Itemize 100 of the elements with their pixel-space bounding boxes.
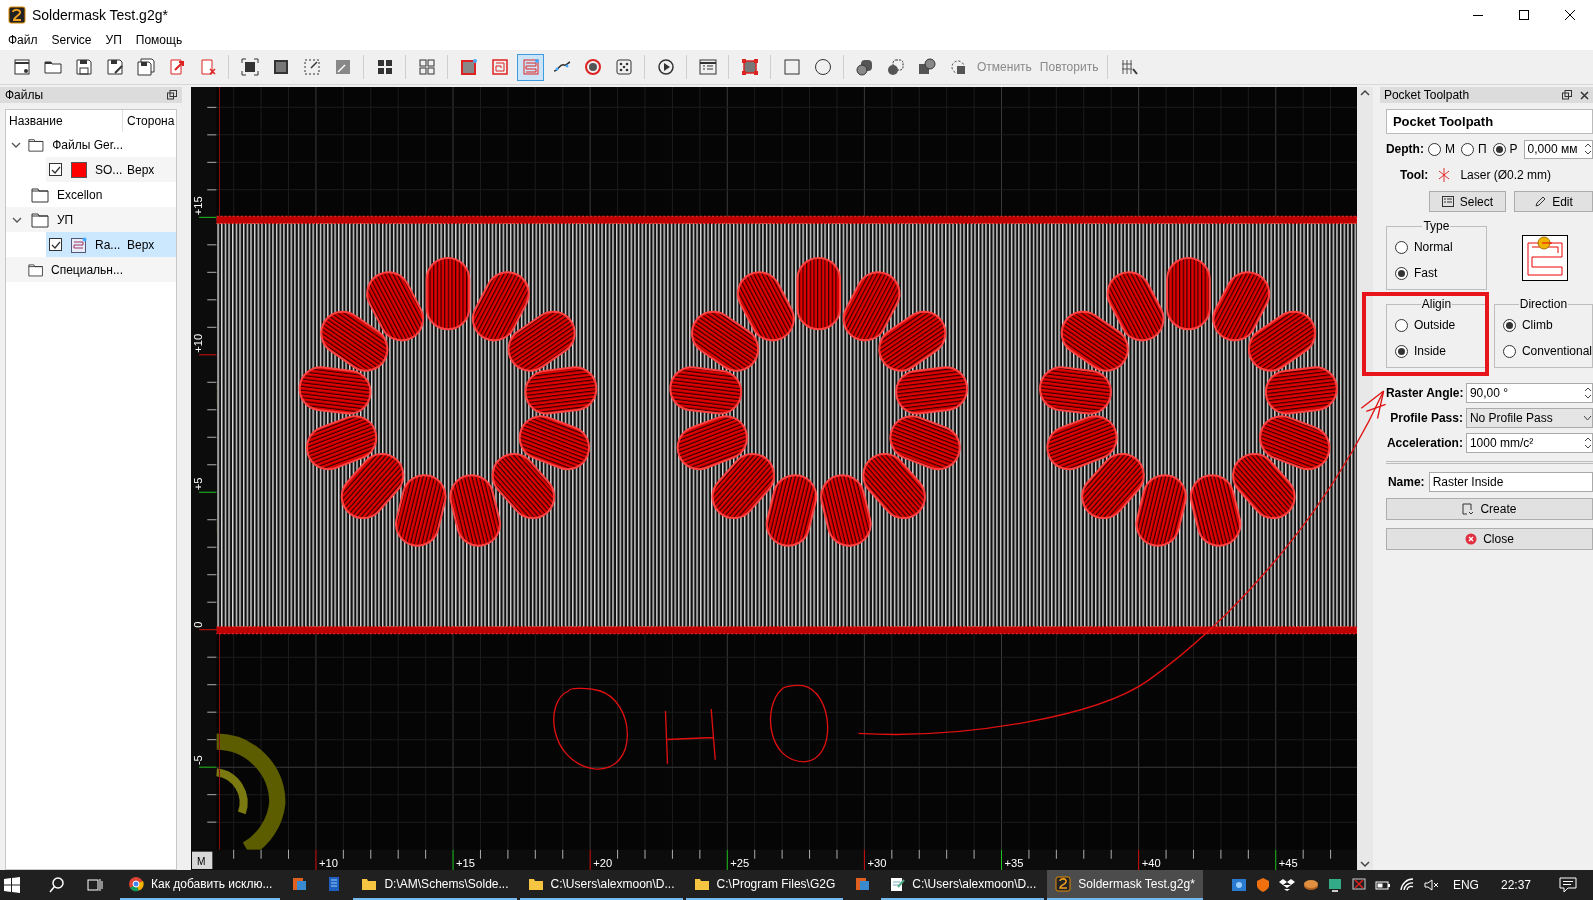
toolpath-preview-drawing [1521,235,1568,281]
language-indicator[interactable]: ENG [1452,876,1479,894]
dice-icon [613,57,634,77]
spin-field[interactable]: 90,00 ° [1465,382,1593,403]
search-icon[interactable] [48,876,66,894]
radio-label: Conventional [1521,343,1592,360]
spin-arrows-icon[interactable] [1584,435,1592,450]
checkbox[interactable] [49,238,62,251]
app-icon [854,876,871,892]
radio-label: Outside [1413,317,1456,334]
app-logo-icon [8,6,26,24]
radio-button[interactable] [1460,142,1474,156]
shield-icon[interactable] [1254,877,1271,893]
dropbox-icon[interactable] [1278,877,1295,893]
checkmark-icon [50,164,61,175]
field-value: No Profile Pass [1469,409,1554,427]
spin-field[interactable]: 1000 mm/c² [1465,432,1593,453]
grid-frame-icon [416,57,437,77]
clock[interactable]: 22:37 [1500,876,1531,894]
raster-icon [520,57,541,77]
radio-button[interactable] [1394,266,1408,280]
float-panel-icon[interactable] [167,90,178,100]
radio-button[interactable] [1394,318,1408,332]
monitor-icon[interactable] [1326,877,1343,893]
dropdown[interactable]: No Profile Pass [1465,407,1593,428]
menu-item[interactable]: Помощь [135,31,183,49]
laser-icon [1438,167,1451,183]
muted-speaker-icon[interactable] [1422,877,1439,893]
menu-item[interactable]: Файл [8,31,38,49]
create-button[interactable]: Create [1385,498,1593,520]
edit-button[interactable]: Edit [1513,191,1593,212]
taskbar-button[interactable]: C:\Program Files\G2G [685,870,844,900]
list-icon [1441,196,1454,207]
frame-corners-icon [739,57,760,77]
task-view-icon[interactable] [86,876,104,894]
ruler-label: +15 [456,856,476,869]
new-item-icon [1462,503,1475,515]
radio-button[interactable] [1427,142,1441,156]
windows-start-icon[interactable] [4,877,20,893]
radio-label: Fast [1413,265,1438,282]
taskbar-button[interactable]: D:\AM\Schems\Solde... [353,870,517,900]
tree-row[interactable]: УП [6,207,177,232]
field-label: Tool: [1399,167,1429,184]
field-label: Profile Pass: [1389,409,1464,427]
taskbar-button[interactable]: C:\Users\alexmoon\D... [881,870,1045,900]
spiral-icon [489,57,510,77]
minimize-icon [1473,14,1483,16]
save-icon [73,57,94,77]
column-header[interactable]: Сторона [123,112,175,130]
field-label: Acceleration: [1385,434,1464,452]
wifi-icon[interactable] [1398,877,1415,893]
maximize-icon [1519,10,1529,20]
ruler-label: -5 [192,755,205,766]
taskbar-button[interactable]: Как добавить исклю... [120,870,281,900]
heading-field[interactable]: Pocket Toolpath [1385,109,1593,134]
square-icon [781,57,802,77]
taskbar-button[interactable]: C:\Users\alexmoon\D... [519,870,683,900]
app-logo-icon [1055,876,1072,892]
menu-item[interactable]: УП [105,31,122,49]
tree-row[interactable]: Специальн... [6,257,177,282]
tree-row[interactable]: Ra... Верх [46,232,177,257]
menu-item[interactable]: Service [51,31,92,49]
tree-label: SO... [95,161,123,179]
radio-label: Climb [1521,317,1553,334]
close-button[interactable]: Close [1385,528,1593,550]
radio-button[interactable] [1502,344,1516,358]
radio-button[interactable] [1492,142,1506,156]
float-panel-icon[interactable] [1562,90,1572,100]
panel-title: Pocket Toolpath [1383,87,1471,104]
radio-button[interactable] [1394,240,1408,254]
scroll-up-icon[interactable] [1360,89,1371,97]
folder-icon [361,876,378,892]
radio-label: Normal [1413,239,1453,256]
disconnected-icon[interactable] [1350,877,1367,893]
tree-row[interactable]: SO... Верх [46,157,177,182]
depth-field[interactable]: 0,000 мм [1523,139,1593,159]
radio-button[interactable] [1394,344,1408,358]
field-value: 1000 mm/c² [1469,434,1535,452]
name-input[interactable]: Raster Inside [1428,471,1593,492]
tree-cell-text: Верх [127,161,155,179]
disk-icon[interactable] [1302,877,1319,893]
group-title: Direction [1518,297,1569,311]
folder-icon [28,136,45,153]
checkmark-icon [50,239,61,250]
pcb-canvas[interactable]: +15 +10 +5 0 -5 M +10 +15 +20 +25 +30 +35 +40 +45 [191,87,1358,870]
spin-arrows-icon[interactable] [1584,385,1592,400]
toolpath-icon [71,236,87,253]
close-icon[interactable] [1580,90,1589,100]
window-title: Soldermask Test.g2g* [32,5,168,25]
select-button[interactable]: Select [1428,191,1506,212]
spin-arrows-icon[interactable] [1584,142,1592,156]
taskbar-button[interactable]: Soldermask Test.g2g* [1047,870,1203,900]
network-icon[interactable] [1230,877,1247,893]
ruler-label: +30 [867,856,887,869]
scroll-down-icon[interactable] [1360,860,1371,868]
radio-button[interactable] [1502,318,1516,332]
ruler-label: 0 [192,621,205,628]
notification-icon[interactable] [1559,877,1577,893]
checkbox[interactable] [49,163,62,176]
notepad-icon [889,876,906,892]
